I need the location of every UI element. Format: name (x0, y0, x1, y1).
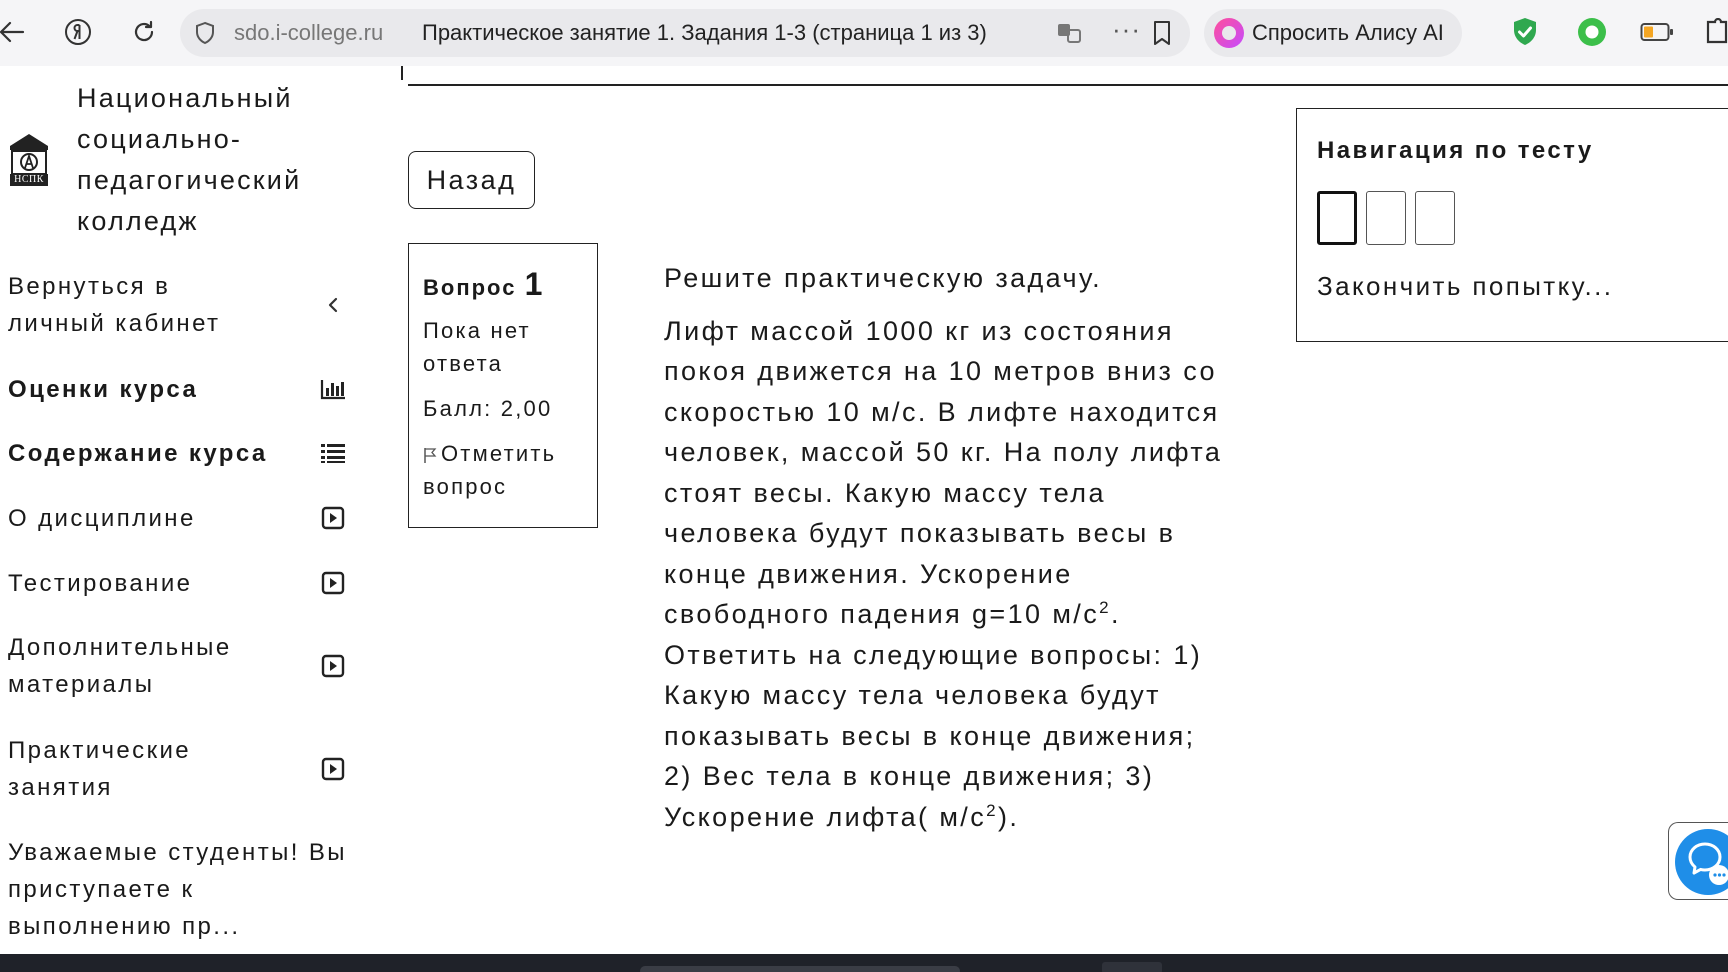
chat-icon (1675, 829, 1728, 895)
battery-icon[interactable] (1640, 22, 1674, 47)
flag-question-label: Отметить вопрос (423, 441, 557, 499)
sidebar-item-label: Содержание курса (8, 440, 268, 467)
play-icon (320, 653, 346, 679)
flag-icon (423, 439, 437, 463)
sidebar-item-additional-materials[interactable]: Дополнительные материалы (8, 629, 348, 703)
question-heading: Вопрос 1 (423, 264, 583, 308)
flag-question-link[interactable]: Отметить вопрос (423, 437, 583, 503)
quiz-nav-question-3[interactable] (1415, 191, 1455, 245)
question-grade: Балл: 2,00 (423, 396, 553, 421)
sidebar-item-label: Вернуться в личный кабинет (8, 273, 221, 337)
question-intro: Решите практическую задачу. (664, 263, 1103, 293)
question-status: Пока нет ответа (423, 318, 531, 376)
question-title-word: Вопрос (423, 275, 517, 300)
browser-toolbar: sdo.i-college.ru Практическое занятие 1.… (0, 0, 1728, 66)
college-logo[interactable]: НСПК (8, 132, 50, 186)
play-icon (320, 756, 346, 782)
puzzle-icon[interactable] (1704, 17, 1728, 53)
list-icon (320, 440, 346, 466)
divider (408, 84, 1728, 86)
sidebar-item-label: Тестирование (8, 570, 193, 597)
page-tab-title: Практическое занятие 1. Задания 1-3 (стр… (422, 20, 987, 45)
more-icon[interactable]: ··· (1112, 14, 1141, 45)
chat-widget-button[interactable] (1668, 822, 1728, 900)
question-body: Лифт массой 1000 кг из состояния покоя д… (664, 315, 1223, 832)
sidebar-item-label: Практические занятия (8, 737, 192, 801)
ask-alice-label: Спросить Алису AI (1252, 20, 1444, 45)
quiz-navigation-block: Навигация по тесту Закончить попытку... (1296, 108, 1728, 342)
play-icon (320, 505, 346, 531)
alice-icon (1214, 18, 1244, 48)
question-info-box: Вопрос 1 Пока нет ответа Балл: 2,00 Отме… (408, 243, 598, 528)
divider (401, 66, 403, 80)
chevron-left-icon (320, 292, 346, 318)
sidebar-item-testing[interactable]: Тестирование (8, 565, 348, 602)
sidebar-item-label: Дополнительные материалы (8, 634, 232, 698)
sidebar-item-about-discipline[interactable]: О дисциплине (8, 500, 348, 537)
sidebar-item-label: О дисциплине (8, 505, 196, 532)
os-taskbar (0, 954, 1728, 972)
question-text: Решите практическую задачу. Лифт массой … (664, 258, 1234, 849)
bookmark-icon[interactable] (1152, 20, 1172, 51)
sidebar-item-label: Оценки курса (8, 376, 199, 403)
sidebar-item-back-to-cabinet[interactable]: Вернуться в личный кабинет (8, 268, 348, 342)
sidebar-notice-link[interactable]: Уважаемые студенты! Вы приступаете к вып… (8, 834, 348, 945)
ask-alice-button[interactable]: Спросить Алису AI (1204, 9, 1462, 57)
shield-icon (194, 21, 216, 50)
sidebar-item-practical-lessons[interactable]: Практические занятия (8, 732, 348, 806)
finish-attempt-link[interactable]: Закончить попытку... (1317, 271, 1613, 302)
green-ring-icon[interactable] (1576, 16, 1608, 53)
bar-chart-icon (320, 376, 346, 402)
sidebar-item-course-content[interactable]: Содержание курса (8, 435, 348, 472)
taskbar-app-icon[interactable] (1102, 962, 1162, 972)
translate-icon[interactable] (1056, 21, 1082, 50)
question-number: 1 (524, 266, 545, 302)
yandex-icon[interactable] (60, 14, 96, 50)
address-bar[interactable]: sdo.i-college.ru Практическое занятие 1.… (180, 9, 1190, 57)
quiz-nav-question-1[interactable] (1317, 191, 1357, 245)
quiz-nav-question-2[interactable] (1366, 191, 1406, 245)
back-arrow-icon[interactable] (0, 14, 30, 50)
logo-text: НСПК (14, 174, 44, 185)
college-name[interactable]: Национальный социально-педагогический ко… (77, 78, 347, 242)
url-domain: sdo.i-college.ru (234, 20, 384, 45)
sidebar-item-grades[interactable]: Оценки курса (8, 371, 348, 408)
shield-check-icon[interactable] (1510, 16, 1540, 53)
taskbar-search[interactable] (640, 966, 960, 972)
back-button[interactable]: Назад (408, 151, 535, 209)
play-icon (320, 570, 346, 596)
quiz-navigation-title: Навигация по тесту (1317, 137, 1594, 164)
reload-icon[interactable] (126, 14, 162, 50)
